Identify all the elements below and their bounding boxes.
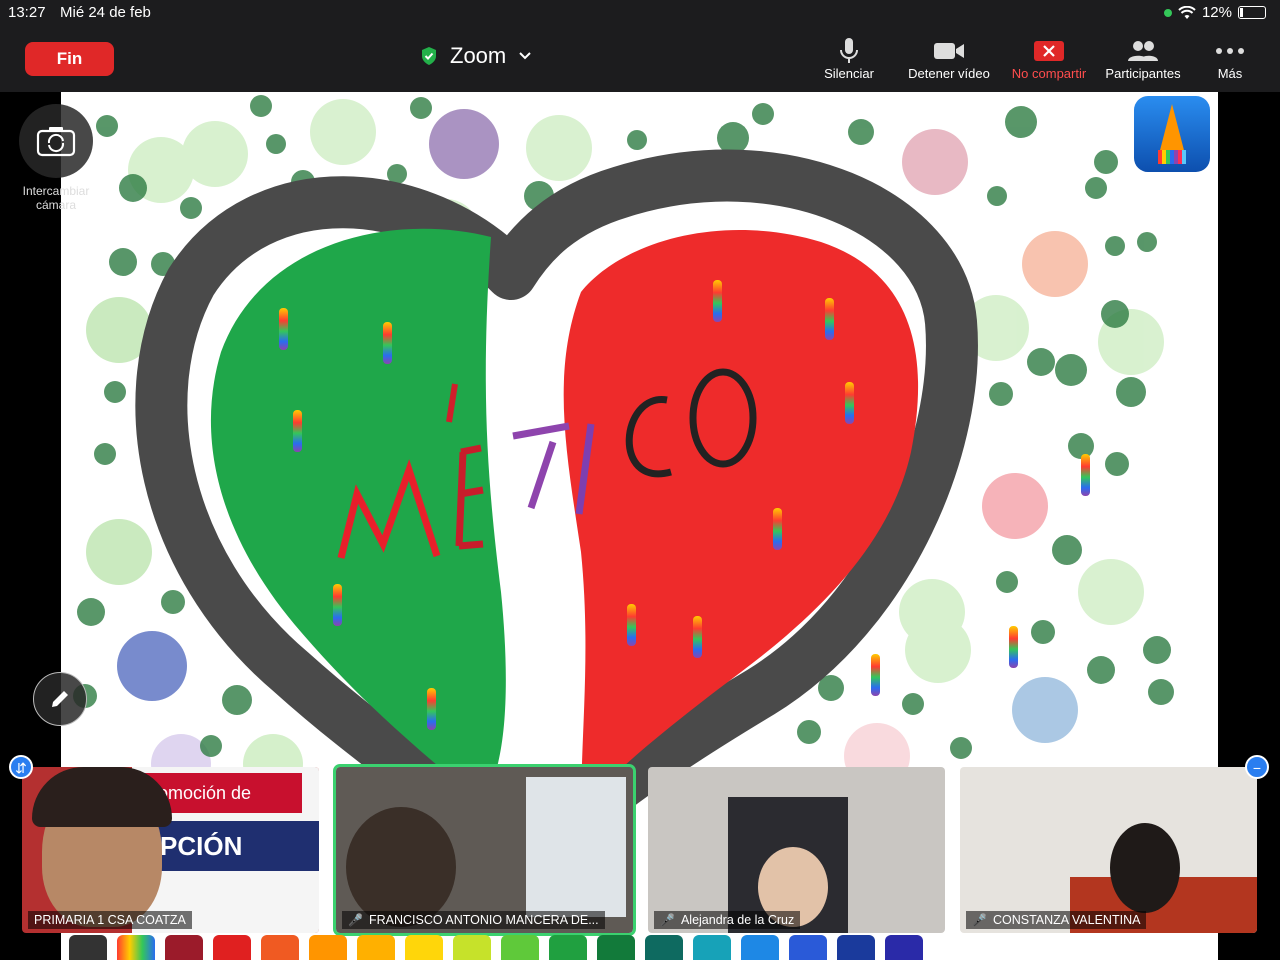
wifi-icon — [1178, 5, 1196, 19]
participant-name: CONSTANZA VALENTINA — [992, 913, 1141, 927]
stop-video-label: Detener vídeo — [908, 66, 990, 81]
crayon-swatch[interactable] — [501, 935, 539, 960]
mute-button[interactable]: Silenciar — [794, 36, 904, 81]
status-bar: 13:27 Mié 24 de feb 12% — [0, 0, 1280, 26]
crayon-swatch[interactable] — [549, 935, 587, 960]
status-right: 12% — [1163, 4, 1266, 21]
participant-name-label: PRIMARIA 1 CSA COATZA — [28, 911, 192, 929]
participant-name-label: 🎤 CONSTANZA VALENTINA — [966, 911, 1147, 929]
microphone-icon — [840, 38, 858, 63]
participant-name: FRANCISCO ANTONIO MANCERA DE... — [368, 913, 599, 927]
participant-name-label: 🎤 Alejandra de la Cruz — [654, 911, 801, 929]
crayon-swatch[interactable] — [309, 935, 347, 960]
participant-tile-active[interactable]: 🎤 FRANCISCO ANTONIO MANCERA DE... — [333, 764, 636, 936]
more-dots-icon — [1216, 48, 1244, 54]
participant-name: PRIMARIA 1 CSA COATZA — [34, 913, 186, 927]
muted-mic-icon: 🎤 — [972, 913, 987, 927]
crayon-app-icon[interactable] — [1134, 96, 1210, 172]
crayon-swatch[interactable] — [837, 935, 875, 960]
end-meeting-button[interactable]: Fin — [25, 42, 114, 76]
crayon-swatch[interactable] — [213, 935, 251, 960]
crayon-swatch[interactable] — [261, 935, 299, 960]
gallery-view-icon[interactable]: ⇵ — [9, 755, 33, 779]
stop-share-icon — [1034, 41, 1064, 61]
switch-camera-label: Intercambiar cámara — [22, 184, 90, 212]
participant-name-label: 🎤 FRANCISCO ANTONIO MANCERA DE... — [342, 911, 605, 929]
crayon-swatch[interactable] — [885, 935, 923, 960]
crayon-swatch[interactable] — [165, 935, 203, 960]
more-button[interactable]: Más — [1175, 36, 1280, 81]
meeting-title[interactable]: Zoom — [420, 41, 532, 71]
crayon-swatch[interactable] — [597, 935, 635, 960]
stop-video-button[interactable]: Detener vídeo — [894, 36, 1004, 81]
crayon-swatch[interactable] — [693, 935, 731, 960]
switch-camera-icon — [36, 127, 76, 157]
crayon-swatch[interactable] — [789, 935, 827, 960]
crayon-palette — [61, 935, 1218, 960]
crayon-swatch[interactable] — [405, 935, 443, 960]
camera-in-use-dot — [1163, 8, 1172, 17]
pencil-icon — [52, 691, 68, 707]
mute-label: Silenciar — [824, 66, 874, 81]
crayon-swatch[interactable] — [453, 935, 491, 960]
crayon-swatch[interactable] — [741, 935, 779, 960]
crayon-swatch[interactable] — [69, 935, 107, 960]
shield-check-icon — [422, 47, 436, 65]
crayon-icon — [1158, 104, 1186, 164]
crayon-swatch[interactable] — [357, 935, 395, 960]
participant-name: Alejandra de la Cruz — [680, 913, 795, 927]
battery-percent: 12% — [1201, 4, 1232, 21]
muted-mic-icon: 🎤 — [348, 913, 363, 927]
status-time: 13:27 — [8, 4, 46, 21]
participant-tile[interactable]: romoción de PCIÓN PRIMARIA 1 CSA COATZA — [22, 767, 319, 933]
annotate-button[interactable] — [33, 672, 87, 726]
muted-mic-icon: 🎤 — [660, 913, 675, 927]
battery-icon — [1238, 6, 1266, 19]
crayon-swatch[interactable] — [645, 935, 683, 960]
participant-tile[interactable]: 🎤 Alejandra de la Cruz — [648, 767, 945, 933]
meeting-title-text: Zoom — [450, 43, 507, 68]
crayon-swatch[interactable] — [117, 935, 155, 960]
chevron-down-icon — [519, 52, 531, 60]
participant-video — [346, 807, 456, 927]
participants-icon — [1128, 41, 1158, 61]
status-date: Mié 24 de feb — [60, 4, 151, 21]
switch-camera-button[interactable] — [19, 104, 93, 178]
participant-tile[interactable]: 🎤 CONSTANZA VALENTINA — [960, 767, 1257, 933]
background-banner-text-2: PCIÓN — [152, 821, 319, 871]
video-camera-icon — [934, 43, 964, 59]
meeting-toolbar: Fin Zoom Silenciar Detener vídeo No comp… — [0, 26, 1280, 92]
participant-video — [1110, 823, 1180, 913]
more-label: Más — [1217, 66, 1243, 81]
collapse-thumbnails-icon[interactable]: − — [1245, 755, 1269, 779]
